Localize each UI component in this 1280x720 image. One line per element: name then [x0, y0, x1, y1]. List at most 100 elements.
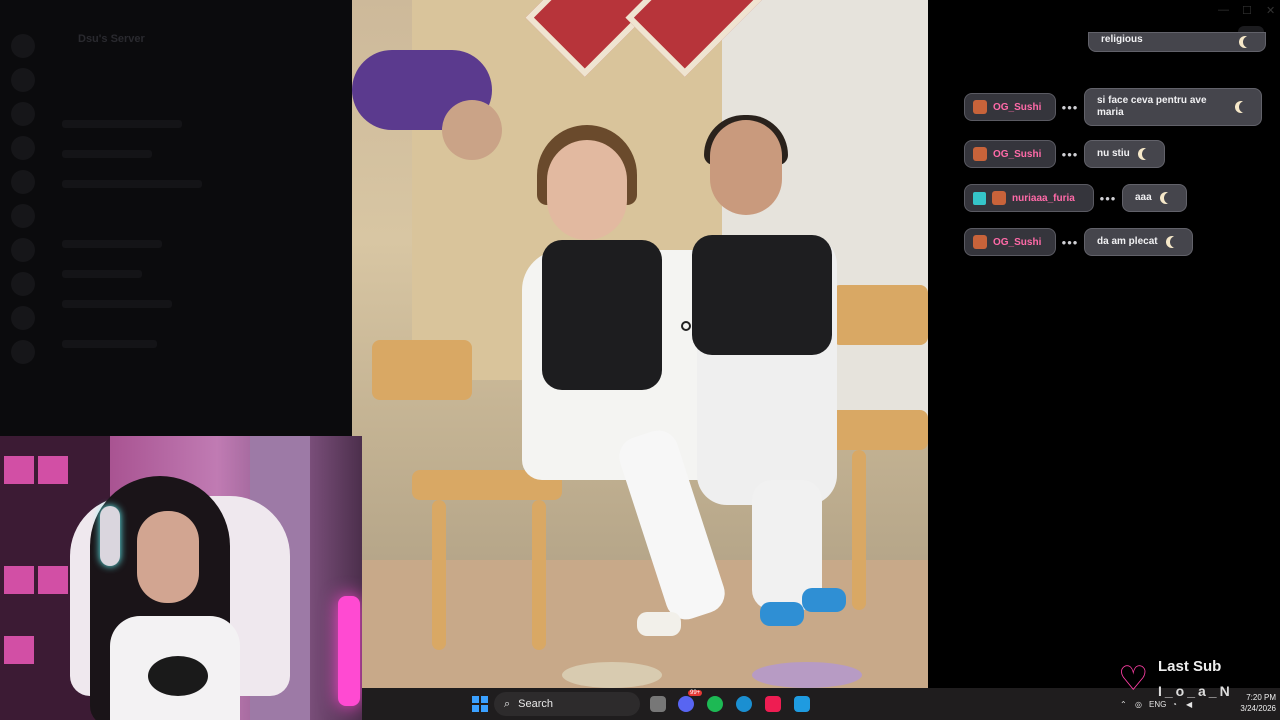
server-icon[interactable]: [11, 34, 35, 58]
chat-message-bubble: aaa: [1122, 184, 1187, 212]
edge-icon[interactable]: [736, 696, 752, 712]
moon-icon: [1170, 236, 1182, 248]
photo-girl: [542, 240, 662, 390]
last-sub-name: I_o_a_N: [1158, 683, 1233, 699]
chat-username-pill[interactable]: OG_Sushi: [964, 93, 1056, 121]
chat-message-text: si face ceva pentru ave maria: [1097, 95, 1207, 118]
channel-item[interactable]: [62, 240, 162, 248]
chat-message-row: OG_Sushi ••• nu stiu: [964, 140, 1165, 168]
chat-message-row: religious: [1088, 32, 1266, 52]
photo-hand: [442, 100, 502, 160]
server-icon[interactable]: [11, 340, 35, 364]
server-icon[interactable]: [11, 68, 35, 92]
server-icon[interactable]: [11, 238, 35, 262]
chat-username-pill[interactable]: OG_Sushi: [964, 228, 1056, 256]
webcam-shelf-cell: [4, 566, 34, 594]
moon-icon: [1243, 36, 1255, 48]
webcam-shelf-cell: [4, 636, 34, 664]
last-sub-widget: ♡ Last Sub I_o_a_N: [1118, 656, 1278, 706]
moon-icon: [1239, 101, 1251, 113]
photo-shoe: [637, 612, 681, 636]
notification-badge: 99+: [688, 690, 703, 696]
chat-message-bubble: nu stiu: [1084, 140, 1165, 168]
search-placeholder: Search: [518, 698, 554, 710]
minimize-button[interactable]: —: [1218, 4, 1229, 16]
photo-floor-dot: [562, 662, 662, 688]
chat-message-row: OG_Sushi ••• si face ceva pentru ave mar…: [964, 88, 1262, 126]
chat-username: OG_Sushi: [993, 101, 1042, 113]
chat-username-pill[interactable]: OG_Sushi: [964, 140, 1056, 168]
chat-message-row: OG_Sushi ••• da am plecat: [964, 228, 1193, 256]
channel-item[interactable]: [62, 340, 157, 348]
photo-shoe: [760, 602, 804, 626]
webcam-shelf-cell: [4, 456, 34, 484]
taskbar-search[interactable]: ⌕ Search: [494, 692, 640, 716]
photo-chair: [432, 500, 446, 650]
server-icon[interactable]: [11, 272, 35, 296]
photo-boy: [710, 120, 782, 215]
chat-message-text: religious: [1101, 33, 1143, 45]
image-viewer-photo[interactable]: [352, 0, 928, 688]
server-title[interactable]: Dsu's Server: [78, 33, 145, 45]
webcam-streamer: [137, 511, 199, 603]
chat-message-text: aaa: [1135, 192, 1152, 203]
server-icon[interactable]: [11, 306, 35, 330]
task-view-icon[interactable]: [650, 696, 666, 712]
user-badge-icon: [973, 147, 987, 161]
channel-item[interactable]: [62, 270, 142, 278]
photo-girl: [547, 140, 627, 240]
photo-chair: [832, 285, 928, 345]
chat-message-bubble: da am plecat: [1084, 228, 1193, 256]
webcam-shirt-print: [148, 656, 208, 696]
channel-item[interactable]: [62, 120, 182, 128]
app-window-icon[interactable]: [794, 696, 810, 712]
webcam-lamp: [338, 596, 360, 706]
webcam-shelf-cell: [38, 456, 68, 484]
webcam-overlay: [0, 436, 362, 720]
more-dots-icon: •••: [1061, 146, 1079, 162]
server-icon[interactable]: [11, 170, 35, 194]
maximize-button[interactable]: ☐: [1242, 4, 1252, 17]
server-icon[interactable]: [11, 102, 35, 126]
zoom-cursor-icon: [681, 321, 691, 331]
chat-message-bubble: si face ceva pentru ave maria: [1084, 88, 1262, 126]
chat-username: OG_Sushi: [993, 236, 1042, 248]
photo-floor-dot: [752, 662, 862, 688]
discord-icon[interactable]: 99+: [678, 690, 703, 712]
user-badge-icon: [973, 100, 987, 114]
subscriber-badge-icon: [973, 191, 986, 205]
server-rail: [0, 24, 46, 436]
channel-item[interactable]: [62, 180, 202, 188]
windows-start-icon[interactable]: [472, 696, 488, 712]
chat-username-pill[interactable]: nuriaaa_furia: [964, 184, 1094, 212]
discord-window-dimmed: Dsu's Server: [0, 0, 352, 436]
server-icon[interactable]: [11, 136, 35, 160]
more-dots-icon: •••: [1061, 234, 1079, 250]
photo-boy: [692, 235, 832, 355]
more-dots-icon: •••: [1061, 99, 1079, 115]
photo-chair: [532, 500, 546, 650]
moon-icon: [1164, 192, 1176, 204]
user-badge-icon: [992, 191, 1006, 205]
window-close-button[interactable]: ✕: [1266, 4, 1275, 17]
photo-chair: [822, 410, 928, 450]
chat-message-bubble: religious: [1088, 32, 1266, 52]
channel-item[interactable]: [62, 150, 152, 158]
tiktok-icon[interactable]: [765, 696, 781, 712]
chat-message-text: da am plecat: [1097, 236, 1158, 247]
moon-icon: [1142, 148, 1154, 160]
headset-icon: [100, 506, 120, 566]
heart-icon: ♡: [1118, 660, 1149, 698]
photo-chair: [852, 450, 866, 610]
server-icon[interactable]: [11, 204, 35, 228]
photo-chair: [372, 340, 472, 400]
channel-item[interactable]: [62, 300, 172, 308]
more-dots-icon: •••: [1099, 190, 1117, 206]
chat-message-text: nu stiu: [1097, 148, 1130, 159]
user-badge-icon: [973, 235, 987, 249]
chat-username: OG_Sushi: [993, 148, 1042, 160]
last-sub-title: Last Sub: [1158, 658, 1222, 675]
search-icon: ⌕: [504, 697, 511, 710]
spotify-icon[interactable]: [707, 696, 723, 712]
webcam-shelf-cell: [38, 566, 68, 594]
